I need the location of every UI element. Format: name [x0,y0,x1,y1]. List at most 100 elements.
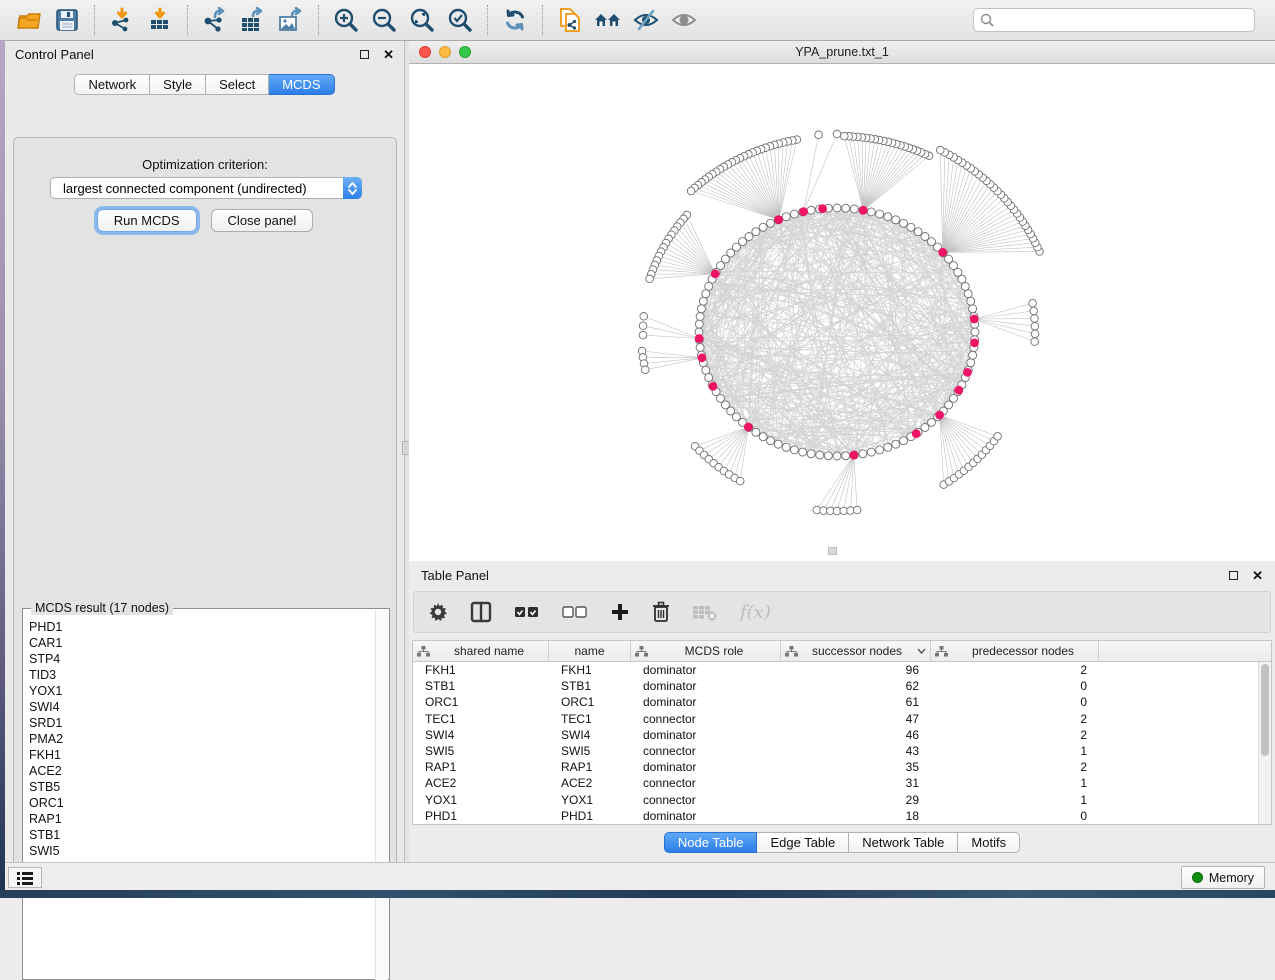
table-cell[interactable]: FKH1 [413,663,549,677]
close-panel-icon[interactable]: ✕ [383,48,394,61]
mcds-result-item[interactable]: PHD1 [29,619,375,635]
table-cell[interactable]: 1 [931,744,1099,758]
export-image-icon[interactable] [272,3,310,37]
zoom-out-icon[interactable] [365,3,403,37]
search-field[interactable] [973,8,1255,32]
mcds-result-item[interactable]: SRD1 [29,715,375,731]
search-input[interactable] [973,8,1255,32]
table-cell[interactable]: ACE2 [413,776,549,790]
mcds-result-item[interactable]: FKH1 [29,747,375,763]
table-row[interactable]: ACE2ACE2connector311 [413,775,1258,791]
table-cell[interactable]: 2 [931,663,1099,677]
clone-network-icon[interactable] [551,3,589,37]
table-row[interactable]: TEC1TEC1connector472 [413,711,1258,727]
table-cell[interactable]: 1 [931,776,1099,790]
table-row[interactable]: SWI5SWI5connector431 [413,743,1258,759]
table-cell[interactable]: 2 [931,728,1099,742]
float-table-panel-icon[interactable] [1229,571,1238,580]
table-cell[interactable]: 61 [781,695,931,709]
table-cell[interactable]: ORC1 [413,695,549,709]
criterion-select[interactable]: largest connected component (undirected) [50,177,362,199]
tab-node-table[interactable]: Node Table [664,832,758,853]
mcds-result-item[interactable]: ORC1 [29,795,375,811]
table-cell[interactable]: PHD1 [413,809,549,823]
close-table-panel-icon[interactable]: ✕ [1252,569,1263,582]
mcds-result-item[interactable]: RAP1 [29,811,375,827]
mcds-result-item[interactable]: YOX1 [29,683,375,699]
table-scrollbar[interactable] [1258,662,1271,824]
show-all-icon[interactable] [665,3,703,37]
table-row[interactable]: ORC1ORC1dominator610 [413,694,1258,710]
table-cell[interactable]: dominator [631,679,781,693]
mcds-result-item[interactable]: STP4 [29,651,375,667]
table-cell[interactable]: dominator [631,728,781,742]
column-header-successor-nodes[interactable]: successor nodes [781,641,931,661]
memory-button[interactable]: Memory [1181,866,1265,889]
table-cell[interactable]: 31 [781,776,931,790]
table-cell[interactable]: PHD1 [549,809,631,823]
table-cell[interactable]: 0 [931,695,1099,709]
table-cell[interactable]: YOX1 [413,793,549,807]
mcds-result-item[interactable]: PMA2 [29,731,375,747]
select-all-icon[interactable] [514,603,540,621]
table-cell[interactable]: SWI5 [549,744,631,758]
run-mcds-button[interactable]: Run MCDS [97,209,197,232]
mcds-result-item[interactable]: ACE2 [29,763,375,779]
mcds-result-item[interactable]: STB1 [29,827,375,843]
tab-edge-table[interactable]: Edge Table [757,832,849,853]
table-cell[interactable]: 43 [781,744,931,758]
task-history-button[interactable] [8,867,42,888]
column-header-MCDS-role[interactable]: MCDS role [631,641,781,661]
first-neighbors-icon[interactable] [589,3,627,37]
table-row[interactable]: YOX1YOX1connector291 [413,792,1258,808]
table-cell[interactable]: 47 [781,712,931,726]
table-cell[interactable]: dominator [631,760,781,774]
scrollbar-thumb[interactable] [1261,664,1269,756]
table-cell[interactable]: dominator [631,809,781,823]
add-column-icon[interactable] [610,602,630,622]
table-cell[interactable]: 46 [781,728,931,742]
table-cell[interactable]: 2 [931,712,1099,726]
save-session-icon[interactable] [48,3,86,37]
table-cell[interactable]: dominator [631,663,781,677]
tab-select[interactable]: Select [206,74,269,95]
mcds-result-item[interactable]: SWI5 [29,843,375,859]
table-cell[interactable]: 1 [931,793,1099,807]
table-cell[interactable]: 0 [931,809,1099,823]
table-row[interactable]: SWI4SWI4dominator462 [413,727,1258,743]
close-panel-button[interactable]: Close panel [211,209,314,232]
mcds-result-item[interactable]: CAR1 [29,635,375,651]
hide-selected-icon[interactable] [627,3,665,37]
export-network-icon[interactable] [196,3,234,37]
table-row[interactable]: PHD1PHD1dominator180 [413,808,1258,824]
table-cell[interactable]: FKH1 [549,663,631,677]
table-cell[interactable]: 0 [931,679,1099,693]
float-panel-icon[interactable] [360,50,369,59]
table-cell[interactable]: RAP1 [413,760,549,774]
table-cell[interactable]: dominator [631,695,781,709]
table-cell[interactable]: connector [631,712,781,726]
table-row[interactable]: FKH1FKH1dominator962 [413,662,1258,678]
result-scrollbar[interactable] [375,610,388,980]
table-cell[interactable]: 29 [781,793,931,807]
split-view-icon[interactable] [470,601,492,623]
table-cell[interactable]: ACE2 [549,776,631,790]
gear-icon[interactable] [428,602,448,622]
table-cell[interactable]: SWI5 [413,744,549,758]
export-table-icon[interactable] [234,3,272,37]
table-cell[interactable]: SWI4 [413,728,549,742]
table-cell[interactable]: STB1 [549,679,631,693]
column-header-shared-name[interactable]: shared name [413,641,549,661]
horizontal-splitter-grip[interactable] [828,547,837,555]
network-graph[interactable] [409,64,1275,561]
table-cell[interactable]: TEC1 [413,712,549,726]
column-header-name[interactable]: name [549,641,631,661]
import-network-icon[interactable] [103,3,141,37]
zoom-fit-icon[interactable] [403,3,441,37]
tab-network-table[interactable]: Network Table [849,832,958,853]
table-cell[interactable]: TEC1 [549,712,631,726]
import-table-icon[interactable] [141,3,179,37]
table-cell[interactable]: 18 [781,809,931,823]
network-canvas[interactable] [409,64,1275,561]
column-header-predecessor-nodes[interactable]: predecessor nodes [931,641,1099,661]
